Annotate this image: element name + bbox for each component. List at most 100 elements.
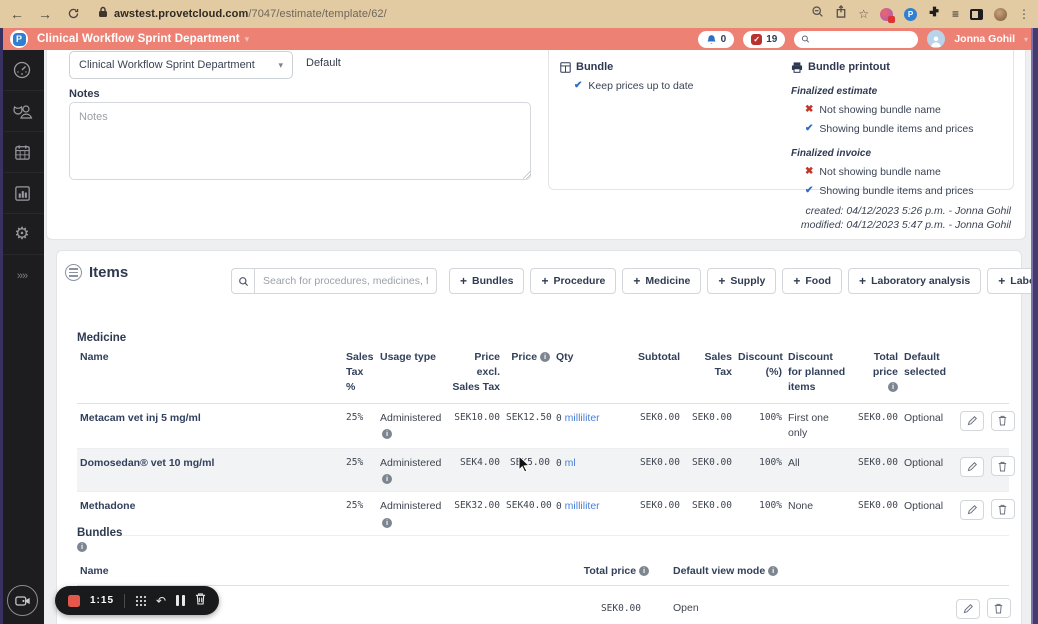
info-icon[interactable]: i <box>382 474 392 485</box>
bookmark-star-icon[interactable]: ☆ <box>858 8 869 20</box>
col-qty: Qty <box>553 348 633 404</box>
discount-pct: 100% <box>735 448 785 493</box>
textarea-resize-handle[interactable] <box>523 171 531 179</box>
add-supply-button[interactable]: + Supply <box>707 268 777 294</box>
discount-pct: 100% <box>735 403 785 450</box>
global-search-input[interactable] <box>814 33 912 45</box>
price-excl: SEK32.00 <box>449 491 503 536</box>
qty: 0 milliliter <box>553 491 633 536</box>
notes-label: Notes <box>69 88 100 100</box>
mouse-cursor <box>518 454 531 478</box>
bundle-total-price: SEK0.00 <box>600 602 641 614</box>
default-label: Default <box>306 57 341 69</box>
tasks-pill[interactable]: ✓ 19 <box>743 30 786 48</box>
info-icon[interactable]: i <box>77 542 87 552</box>
add-medicine-button[interactable]: + Medicine <box>622 268 702 294</box>
recording-border-right <box>1031 28 1038 624</box>
drag-handle-icon[interactable] <box>135 595 147 606</box>
sidebar-expand[interactable]: »» <box>0 255 44 296</box>
col-usage-type: Usage type <box>377 348 449 404</box>
delete-button[interactable] <box>990 456 1015 477</box>
zoom-out-icon[interactable] <box>811 5 824 23</box>
item-search-button[interactable] <box>231 268 254 294</box>
extension-provet-icon[interactable]: P <box>903 7 917 21</box>
sidebar-item-settings[interactable]: ⚙ <box>0 214 44 255</box>
default-selected: Optional <box>901 403 953 450</box>
screen-record-camera-button[interactable] <box>7 585 38 616</box>
department-title[interactable]: Clinical Workflow Sprint Department <box>37 33 240 45</box>
department-select-value: Clinical Workflow Sprint Department <box>79 59 255 71</box>
restart-icon[interactable]: ↶ <box>156 595 166 607</box>
unit-link[interactable]: milliliter <box>565 500 600 512</box>
unit-link[interactable]: milliliter <box>565 412 600 424</box>
extension-puzzle-icon[interactable] <box>928 5 941 23</box>
trash-icon <box>999 416 1007 426</box>
item-search-input[interactable] <box>254 268 437 294</box>
medicine-row[interactable]: Domosedan® vet 10 mg/ml 25% Administered… <box>77 448 1015 493</box>
edit-button[interactable] <box>960 411 984 432</box>
browser-menu-icon[interactable]: ⋮ <box>1018 8 1030 20</box>
delete-button[interactable] <box>990 499 1015 520</box>
check-icon: ✔ <box>805 185 814 196</box>
side-panel-icon[interactable] <box>970 8 983 20</box>
delete-button[interactable] <box>990 410 1015 431</box>
provet-logo-icon[interactable]: P <box>10 30 28 48</box>
finalized-invoice-title: Finalized invoice <box>791 148 872 159</box>
sidebar-item-dashboard[interactable] <box>0 50 44 91</box>
pencil-icon <box>967 461 977 471</box>
user-name[interactable]: Jonna Gohil <box>954 33 1015 45</box>
department-caret-icon[interactable]: ▾ <box>245 34 250 45</box>
global-search[interactable] <box>794 30 919 48</box>
reading-list-icon[interactable]: ≡ <box>952 7 959 21</box>
add-bundles-button[interactable]: + Bundles <box>449 268 525 294</box>
sidebar-item-clients-patients[interactable] <box>0 91 44 132</box>
cross-icon: ✖ <box>805 166 814 177</box>
cross-icon: ✖ <box>805 104 814 115</box>
printout-setting-text: Showing bundle items and prices <box>819 123 974 135</box>
user-avatar[interactable] <box>927 30 946 48</box>
info-icon[interactable]: i <box>382 517 392 528</box>
stop-recording-button[interactable] <box>68 594 80 607</box>
add-food-button[interactable]: + Food <box>782 268 843 294</box>
edit-button[interactable] <box>960 456 984 477</box>
department-select[interactable]: Clinical Workflow Sprint Department ▾ <box>69 51 293 79</box>
forward-icon[interactable]: → <box>36 7 54 21</box>
items-section-title: Items <box>89 264 129 281</box>
price: SEK12.50 <box>503 403 553 450</box>
info-icon[interactable]: i <box>540 352 550 362</box>
info-icon[interactable]: i <box>639 566 649 576</box>
notifications-pill[interactable]: 0 <box>697 30 735 48</box>
add-procedure-button[interactable]: + Procedure <box>530 268 617 294</box>
discount-planned: None <box>785 491 851 536</box>
info-icon[interactable]: i <box>768 566 779 576</box>
medicine-row[interactable]: Methadone 25% Administered i SEK32.00 SEK… <box>77 491 1015 536</box>
info-icon[interactable]: i <box>888 382 898 393</box>
chevron-down-icon: ▾ <box>278 59 283 70</box>
extension-sparkle-icon[interactable] <box>879 7 895 23</box>
notes-textarea[interactable] <box>69 102 531 180</box>
url-path: /7047/estimate/template/62/ <box>248 8 387 20</box>
reload-icon[interactable] <box>64 7 82 22</box>
sidebar-item-reports[interactable] <box>0 173 44 214</box>
user-menu-caret-icon[interactable]: ▾ <box>1024 35 1028 44</box>
medicine-row[interactable]: Metacam vet inj 5 mg/ml 25% Administered… <box>77 403 1015 450</box>
share-icon[interactable] <box>835 5 847 23</box>
calendar-icon <box>14 144 30 160</box>
unit-link[interactable]: ml <box>565 457 576 469</box>
pause-button[interactable] <box>176 595 186 606</box>
col-price-excl: Price excl. Sales Tax <box>449 348 503 404</box>
back-icon[interactable]: ← <box>8 7 26 21</box>
browser-profile-avatar[interactable] <box>994 7 1007 21</box>
edit-button[interactable] <box>956 598 980 619</box>
price-excl: SEK10.00 <box>449 403 503 450</box>
discard-recording-button[interactable] <box>195 592 206 610</box>
printout-setting-text: Not showing bundle name <box>819 104 941 116</box>
info-icon[interactable]: i <box>382 428 392 439</box>
edit-button[interactable] <box>960 499 984 520</box>
delete-button[interactable] <box>986 598 1011 618</box>
add-laboratory-analysis-button[interactable]: + Laboratory analysis <box>848 268 982 294</box>
pencil-icon <box>967 504 977 515</box>
address-bar[interactable]: awstest.provetcloud.com/7047/estimate/te… <box>98 5 658 23</box>
subtotal: SEK0.00 <box>633 448 683 493</box>
sidebar-item-calendar[interactable] <box>0 132 44 173</box>
